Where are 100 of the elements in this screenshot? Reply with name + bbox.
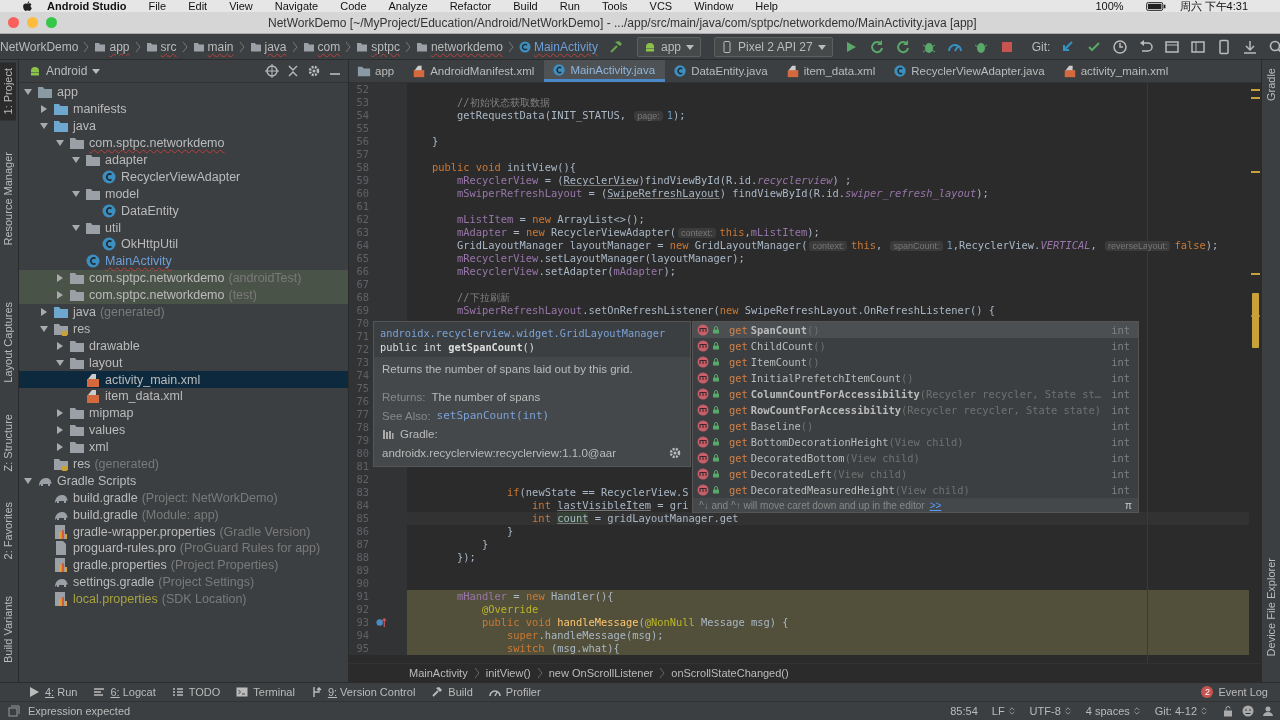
more-link[interactable]: >>	[929, 499, 942, 511]
tree-item[interactable]: RecyclerViewAdapter	[19, 168, 348, 186]
tool-window-button[interactable]: 6: Logcat	[93, 686, 156, 698]
collapse-arrow-icon[interactable]	[71, 155, 81, 165]
expand-arrow-icon[interactable]	[55, 408, 65, 419]
run-config-dropdown[interactable]: app	[636, 36, 701, 57]
settings-icon[interactable]	[307, 64, 321, 78]
menu-item[interactable]: Run	[559, 0, 580, 12]
tree-item[interactable]: drawable	[19, 337, 348, 355]
editor-tab[interactable]: activity_main.xml	[1054, 60, 1179, 82]
editor-tab[interactable]: MainActivity.java	[544, 60, 666, 82]
tree-item[interactable]: activity_main.xml	[19, 371, 348, 389]
method-link[interactable]: setSpanCount(int)	[436, 409, 550, 422]
breadcrumb-item[interactable]: main	[192, 39, 234, 54]
tree-item[interactable]: OkHttpUtil	[19, 236, 348, 253]
breadcrumb-item[interactable]: initView()	[485, 667, 531, 679]
menu-item[interactable]: VCS	[649, 0, 673, 12]
face-icon[interactable]	[1242, 705, 1254, 717]
layout-icon[interactable]	[1190, 38, 1207, 55]
tool-window-button[interactable]: Gradle	[1263, 62, 1279, 108]
tree-item[interactable]: values	[19, 421, 348, 439]
collapse-arrow-icon[interactable]	[55, 357, 65, 368]
breadcrumb-item[interactable]: java	[249, 39, 287, 54]
tool-window-button[interactable]: 4: Run	[28, 686, 78, 698]
menu-item[interactable]: Analyze	[388, 0, 428, 12]
refresh-icon[interactable]	[894, 38, 911, 55]
tree-item[interactable]: util	[19, 219, 348, 236]
tree-item[interactable]: res (generated)	[19, 455, 348, 473]
status-item[interactable]: 85:54	[950, 705, 978, 717]
lock-icon[interactable]	[1222, 705, 1234, 717]
tree-item[interactable]: mipmap	[19, 404, 348, 422]
status-item[interactable]: LF	[991, 705, 1016, 717]
tree-item[interactable]: Gradle Scripts	[19, 472, 348, 490]
tree-item[interactable]: adapter	[19, 151, 348, 169]
class-link[interactable]: androidx.recyclerview.widget.GridLayoutManager	[380, 327, 684, 339]
expand-arrow-icon[interactable]	[39, 104, 49, 115]
editor-tab[interactable]: DataEntity.java	[665, 60, 778, 82]
tool-window-button[interactable]: Layout Captures	[0, 296, 16, 389]
menu-clock[interactable]: 周六 下午4:31	[1179, 0, 1248, 12]
completion-item[interactable]: get ItemCount() int	[693, 354, 1138, 370]
tree-item[interactable]: MainActivity	[19, 252, 348, 270]
completion-item[interactable]: get InitialPrefetchItemCount() int	[693, 370, 1138, 386]
status-item[interactable]: Git: 4-12	[1154, 705, 1208, 717]
tree-item[interactable]: local.properties (SDK Location)	[19, 590, 348, 608]
menu-item[interactable]: Navigate	[274, 0, 319, 12]
collapse-arrow-icon[interactable]	[23, 475, 33, 486]
device-dropdown[interactable]: Pixel 2 API 27	[714, 36, 833, 57]
completion-item[interactable]: get Baseline() int	[693, 418, 1138, 434]
tree-item[interactable]: settings.gradle (Project Settings)	[19, 573, 348, 591]
tree-item[interactable]: com.sptpc.networkdemo	[19, 134, 348, 152]
editor-tab[interactable]: app	[349, 60, 405, 82]
menu-item[interactable]: Tools	[601, 0, 628, 12]
menu-item[interactable]: File	[148, 0, 167, 12]
expand-arrow-icon[interactable]	[55, 340, 65, 351]
clock-icon[interactable]	[1112, 38, 1129, 55]
tree-item[interactable]: java	[19, 117, 348, 135]
tree-item[interactable]: res	[19, 320, 348, 338]
tool-window-button[interactable]: Terminal	[236, 686, 295, 698]
refresh-icon[interactable]	[868, 38, 885, 55]
breadcrumb-item[interactable]: onScrollStateChanged()	[671, 667, 789, 679]
settings-icon[interactable]	[668, 446, 682, 460]
search-icon[interactable]	[1268, 38, 1280, 55]
tree-item[interactable]: gradle-wrapper.properties (Gradle Version)	[19, 523, 348, 541]
tool-window-button[interactable]: Build Variants	[0, 590, 16, 670]
tree-item[interactable]: item_data.xml	[19, 388, 348, 405]
tool-window-button[interactable]: Resource Manager	[0, 146, 16, 252]
tree-item[interactable]: build.gradle (Project: NetWorkDemo)	[19, 489, 348, 507]
pin-toggle[interactable]: π	[1125, 499, 1132, 511]
breadcrumb-item[interactable]: com	[302, 39, 341, 54]
tree-item[interactable]: DataEntity	[19, 202, 348, 220]
breadcrumb-item[interactable]: sptpc	[356, 39, 400, 54]
tree-item[interactable]: proguard-rules.pro (ProGuard Rules for app)	[19, 540, 348, 557]
apple-icon[interactable]	[22, 0, 33, 12]
crosshair-icon[interactable]	[265, 64, 279, 78]
tree-item[interactable]: build.gradle (Module: app)	[19, 506, 348, 524]
expand-arrow-icon[interactable]	[55, 425, 65, 436]
breadcrumb-item[interactable]: src	[145, 39, 177, 54]
collapse-arrow-icon[interactable]	[71, 188, 81, 199]
tree-item[interactable]: manifests	[19, 100, 348, 118]
menu-item[interactable]: Refactor	[449, 0, 492, 12]
tool-window-button[interactable]: 9: Version Control	[310, 686, 416, 698]
person-icon[interactable]	[1262, 705, 1274, 717]
breadcrumb-item[interactable]: MainActivity	[518, 39, 598, 54]
editor-tab[interactable]: item_data.xml	[777, 60, 886, 82]
tree-item[interactable]: xml	[19, 438, 348, 456]
event-log-button[interactable]: 2 Event Log	[1201, 686, 1268, 698]
breadcrumb-item[interactable]: networkdemo	[415, 39, 503, 54]
menu-item[interactable]: Window	[694, 0, 734, 12]
download-icon[interactable]	[1242, 38, 1259, 55]
tree-item[interactable]: app	[19, 84, 348, 101]
tree-item[interactable]: java (generated)	[19, 303, 348, 321]
tree-item[interactable]: layout	[19, 354, 348, 372]
tool-window-button[interactable]: 2: Favorites	[0, 496, 16, 566]
expand-arrow-icon[interactable]	[55, 442, 65, 453]
undo-icon[interactable]	[1138, 38, 1155, 55]
tool-window-button[interactable]: TODO	[171, 686, 221, 698]
expand-arrow-icon[interactable]	[55, 273, 65, 284]
completion-item[interactable]: get ChildCount() int	[693, 338, 1138, 354]
editor-tab[interactable]: AndroidManifest.xml	[404, 60, 545, 82]
menu-item[interactable]: Edit	[188, 0, 208, 12]
